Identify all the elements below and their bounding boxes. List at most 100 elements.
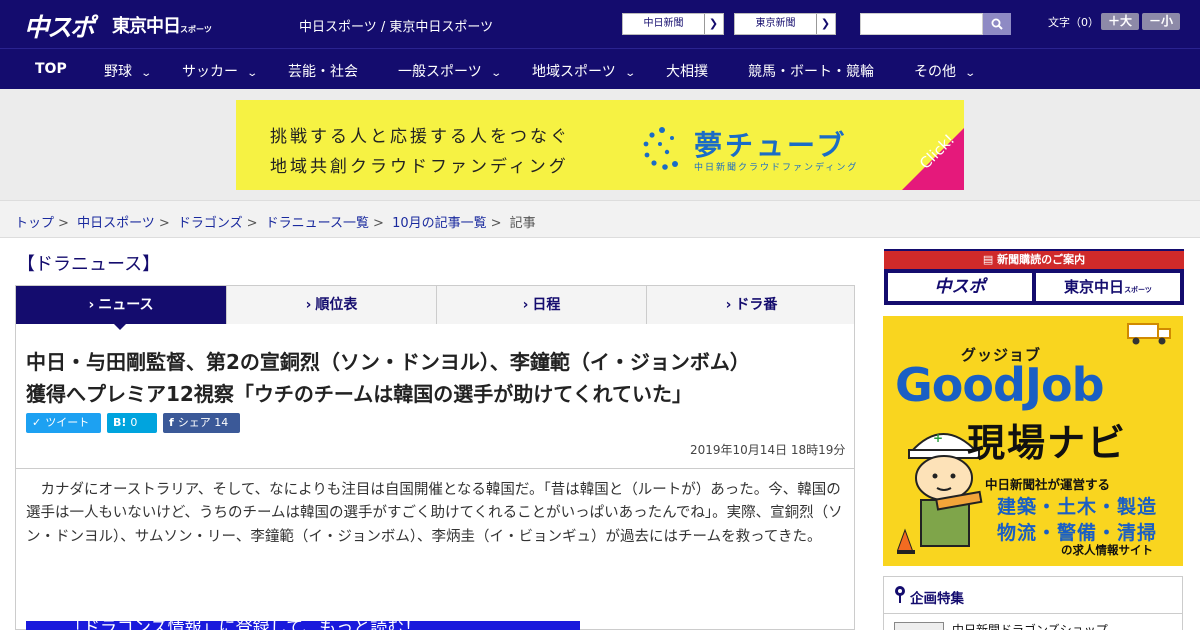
- tokyo-chunichi-subscribe-button[interactable]: 東京中日スポーツ: [1036, 273, 1180, 301]
- register-promo-link[interactable]: 「ドラゴンズ情報」に登録して、もっと読む！: [26, 621, 580, 630]
- chevron-right-icon: ❯: [708, 17, 719, 30]
- chevron-down-icon: ⌄: [490, 68, 502, 79]
- breadcrumb-link-dragons[interactable]: ドラゴンズ: [178, 216, 243, 231]
- tab-label: ニュース: [98, 297, 154, 313]
- tokyo-subscribe-suffix: スポーツ: [1124, 286, 1152, 294]
- chevron-right-icon: ›: [305, 297, 312, 313]
- chevron-right-icon: ›: [725, 297, 732, 313]
- breadcrumb-current: 記事: [509, 216, 536, 231]
- divider: [16, 468, 854, 469]
- font-smaller-button[interactable]: －小: [1142, 13, 1180, 30]
- headline-line2: 獲得へプレミア12視察「ウチのチームは韓国の選手が助けてくれていた」: [26, 382, 693, 406]
- breadcrumb-separator: >: [490, 216, 502, 231]
- fb-share-label: シェア: [177, 416, 211, 429]
- feature-item[interactable]: 中日新聞ドラゴンズショップ: [952, 621, 1108, 630]
- nav-label: その他: [914, 64, 956, 80]
- article-date: 2019年10月14日 18時19分: [690, 443, 846, 457]
- nav-label: 野球: [104, 64, 132, 80]
- chevron-down-icon: ⌄: [246, 68, 259, 79]
- font-bigger-button[interactable]: ＋大: [1101, 13, 1139, 30]
- article-headline: 中日・与田剛監督、第2の宣銅烈（ソン・ドンヨル）、李鐘範（イ・ジョンボム） 獲得…: [26, 346, 846, 410]
- facebook-icon: f: [169, 416, 174, 429]
- special-feature-box: 企画特集 中日新聞ドラゴンズショップ: [883, 576, 1183, 630]
- headline-line1: 中日・与田剛監督、第2の宣銅烈（ソン・ドンヨル）、李鐘範（イ・ジョンボム）: [26, 350, 750, 374]
- breadcrumb-separator: >: [246, 216, 258, 231]
- facebook-share-button[interactable]: f シェア 14: [163, 413, 240, 433]
- article-body: カナダにオーストラリア、そして、なによりも注目は自国開催となる韓国だ。「昔は韓国…: [26, 482, 843, 545]
- banner-line1: 挑戦する人と応援する人をつなぐ: [270, 127, 570, 147]
- font-size-label: 文字（0）: [1048, 16, 1099, 29]
- section-title: 【ドラニュース】: [17, 254, 161, 275]
- nav-item-racing[interactable]: 競馬・ボート・競輪: [748, 61, 874, 81]
- nav-label: 一般スポーツ: [398, 64, 482, 80]
- tab-schedule[interactable]: › 日程: [436, 286, 646, 324]
- nav-item-baseball[interactable]: 野球 ⌄: [104, 61, 153, 81]
- search-button[interactable]: [983, 13, 1011, 35]
- goodjob-ad[interactable]: グッジョブ GoodJob + 現場ナビ 中日新聞社が運営する 建築・土木・製造…: [883, 316, 1183, 566]
- nav-item-sumo[interactable]: 大相撲: [666, 61, 708, 81]
- chevron-right-icon: ›: [88, 297, 95, 313]
- yume-tube-banner[interactable]: 挑戦する人と応援する人をつなぐ 地域共創クラウドファンディング 夢チューブ 中日…: [236, 100, 964, 190]
- goodjob-operator: 中日新聞社が運営する: [985, 477, 1111, 492]
- nav-item-top[interactable]: TOP: [35, 61, 67, 77]
- hatena-icon: B!: [113, 416, 127, 429]
- goodjob-site: の求人情報サイト: [1061, 543, 1153, 557]
- tokyo-shimbun-label: 東京新聞: [735, 14, 817, 34]
- chevron-right-icon: ›: [522, 297, 529, 313]
- nav-item-local-sports[interactable]: 地域スポーツ ⌄: [532, 61, 636, 81]
- nav-label: サッカー: [182, 64, 238, 80]
- tokyo-chunichi-logo[interactable]: 東京中日スポーツ: [112, 12, 212, 38]
- subscription-head: ▤ 新聞購読のご案内: [884, 251, 1184, 269]
- hatena-button[interactable]: B! 0: [107, 413, 157, 433]
- tab-news[interactable]: › ニュース: [16, 286, 226, 324]
- nav-label: TOP: [35, 61, 67, 77]
- nav-item-general-sports[interactable]: 一般スポーツ ⌄: [398, 61, 502, 81]
- subscription-head-label: 新聞購読のご案内: [997, 253, 1086, 266]
- special-feature-title: 企画特集: [910, 591, 964, 607]
- breadcrumb-link-chuspo[interactable]: 中日スポーツ: [77, 216, 155, 231]
- breadcrumb-separator: >: [373, 216, 384, 231]
- breadcrumb-link-october[interactable]: 10月の記事一覧: [392, 216, 487, 231]
- chevron-down-icon: ⌄: [624, 68, 636, 79]
- main-nav: TOP 野球 ⌄ サッカー ⌄ 芸能・社会 一般スポーツ ⌄ 地域スポーツ ⌄ 大相撲 …: [0, 48, 1200, 89]
- feature-thumbnail[interactable]: [894, 622, 944, 630]
- yume-tube-logo-icon: [643, 127, 678, 170]
- tab-standings[interactable]: › 順位表: [226, 286, 436, 324]
- truck-icon: [1127, 323, 1171, 345]
- nav-item-other[interactable]: その他 ⌄: [914, 61, 976, 81]
- nav-item-entertainment[interactable]: 芸能・社会: [288, 61, 358, 81]
- breadcrumb-link-dranews[interactable]: ドラニュース一覧: [266, 216, 369, 231]
- banner-brand: 夢チューブ: [694, 129, 848, 162]
- banner-brand-sub: 中日新聞クラウドファンディング: [694, 163, 859, 173]
- active-tab-pointer: [113, 323, 127, 330]
- tokyo-shimbun-button[interactable]: 東京新聞 ❯: [734, 13, 836, 35]
- goodjob-subtitle: 現場ナビ: [967, 421, 1128, 465]
- promo-text: 「ドラゴンズ情報」に登録して、もっと読む！: [66, 621, 421, 630]
- nav-label: 大相撲: [666, 64, 708, 80]
- nav-label: 芸能・社会: [288, 64, 358, 80]
- chuspo-subscribe-button[interactable]: 中スポ: [888, 273, 1032, 301]
- breadcrumb-separator: >: [158, 216, 170, 231]
- chunichi-shimbun-button[interactable]: 中日新聞 ❯: [622, 13, 724, 35]
- chevron-down-icon: ⌄: [140, 68, 153, 79]
- svg-text:+: +: [933, 431, 943, 445]
- chevron-right-icon: ❯: [820, 17, 831, 30]
- goodjob-line1: 建築・土木・製造: [997, 496, 1158, 518]
- search-input[interactable]: [860, 13, 983, 35]
- chunichi-shimbun-label: 中日新聞: [623, 14, 705, 34]
- goodjob-line2: 物流・警備・清掃: [997, 522, 1158, 544]
- breadcrumb-separator: >: [58, 216, 69, 231]
- fb-share-count: 14: [214, 416, 229, 429]
- nav-label: 競馬・ボート・競輪: [748, 64, 874, 80]
- chuspo-logo[interactable]: 中スポ: [24, 8, 95, 44]
- breadcrumb-link-top[interactable]: トップ: [15, 216, 54, 231]
- breadcrumb: トップ > 中日スポーツ > ドラゴンズ > ドラニュース一覧 > 10月の記事一覧 > …: [15, 212, 536, 231]
- subscription-banner[interactable]: ▤ 新聞購読のご案内 中スポ 東京中日スポーツ: [884, 249, 1184, 305]
- site-links[interactable]: 中日スポーツ / 東京中日スポーツ: [299, 16, 493, 35]
- divider: [884, 613, 1182, 614]
- tab-label: ドラ番: [735, 297, 778, 313]
- pin-icon: [895, 586, 905, 603]
- tab-doraban[interactable]: › ドラ番: [646, 286, 856, 324]
- nav-item-soccer[interactable]: サッカー ⌄: [182, 61, 259, 81]
- tweet-button[interactable]: ✓ ツイート: [26, 413, 101, 433]
